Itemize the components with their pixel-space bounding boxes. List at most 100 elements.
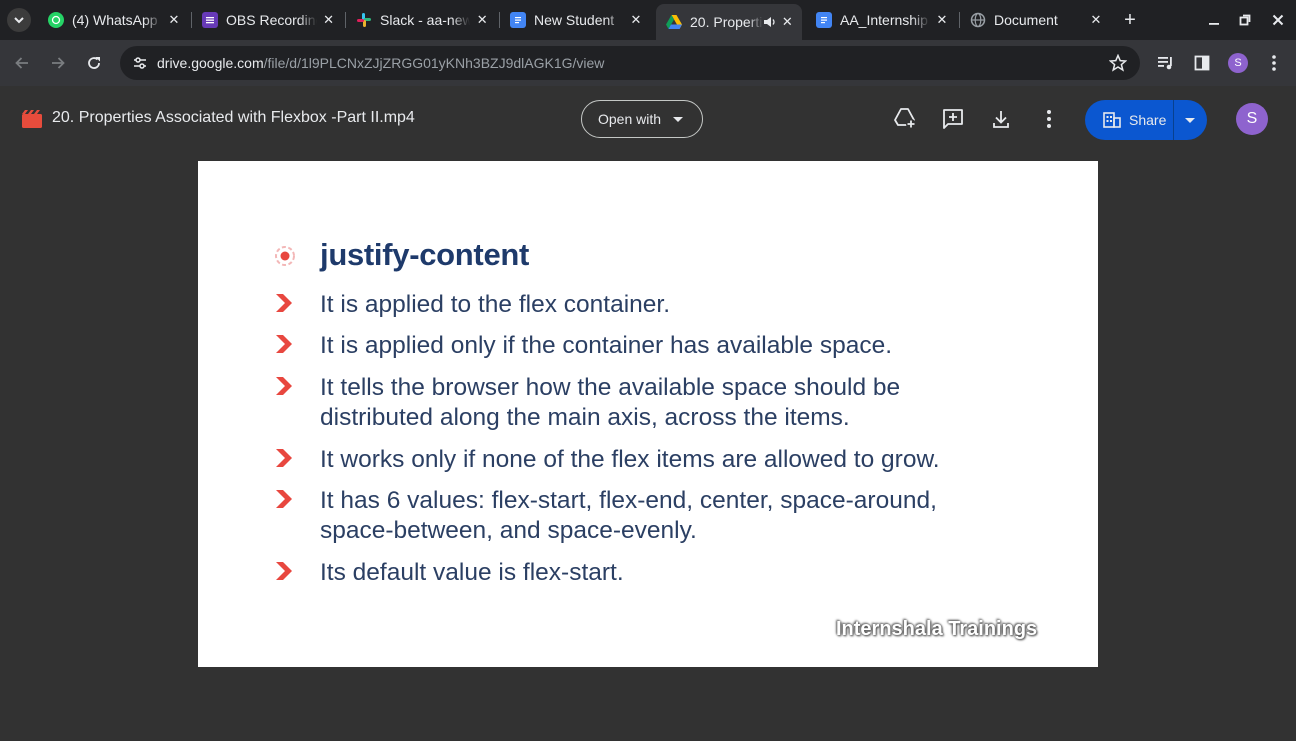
video-player[interactable]: justify-content It is applied to the fle…	[198, 161, 1098, 667]
share-building-icon	[1103, 111, 1121, 129]
target-bullet-icon	[275, 246, 295, 266]
close-icon[interactable]: ✕	[1088, 12, 1104, 28]
tab-new-student[interactable]: New Student ✕	[500, 6, 652, 34]
bookmark-star-button[interactable]	[1108, 53, 1128, 73]
url-path: /file/d/1l9PLCNxZJjZRGG01yKNh3BZJ9dlAGK1…	[263, 55, 605, 71]
slide-point-line: It has 6 values: flex-start, flex-end, c…	[320, 487, 937, 514]
tab-label: Slack - aa-new	[380, 12, 471, 28]
close-icon[interactable]: ✕	[474, 12, 490, 28]
reload-icon	[88, 57, 100, 69]
more-actions-button[interactable]	[1036, 106, 1062, 132]
slide-point: It is applied to the flex container.	[320, 290, 670, 320]
download-button[interactable]	[988, 106, 1014, 132]
tab-search-button[interactable]	[7, 8, 31, 32]
docs-icon	[816, 12, 832, 28]
profile-button[interactable]: S	[1228, 53, 1248, 73]
slide-point: It is applied only if the container has …	[320, 331, 892, 361]
chevron-right-icon	[276, 490, 292, 508]
tab-obs-recording[interactable]: OBS Recording ✕	[192, 6, 344, 34]
share-button[interactable]: Share	[1085, 100, 1207, 140]
slide-point: It tells the browser how the available s…	[320, 373, 900, 433]
site-info-button[interactable]	[128, 51, 152, 75]
share-label: Share	[1129, 112, 1167, 128]
chevron-right-icon	[276, 449, 292, 467]
media-control-button[interactable]	[1154, 51, 1178, 75]
restore-icon	[1239, 14, 1251, 26]
back-button[interactable]	[8, 49, 36, 77]
restore-button[interactable]	[1233, 8, 1257, 32]
forms-icon	[202, 12, 218, 28]
slide-point-line: It works only if none of the flex items …	[320, 446, 940, 473]
tab-document[interactable]: Document ✕	[960, 6, 1112, 34]
forward-button[interactable]	[44, 49, 72, 77]
file-title: 20. Properties Associated with Flexbox -…	[52, 109, 415, 126]
tab-drive-video[interactable]: 20. Properties ✕	[656, 4, 802, 40]
slide-point-line: distributed along the main axis, across …	[320, 404, 850, 431]
whatsapp-icon	[48, 12, 64, 28]
drive-icon	[666, 14, 682, 30]
close-icon[interactable]: ✕	[934, 12, 950, 28]
slide-point: Its default value is flex-start.	[320, 558, 624, 588]
docs-icon	[510, 12, 526, 28]
slide-point: It has 6 values: flex-start, flex-end, c…	[320, 486, 937, 546]
url-text: drive.google.com/file/d/1l9PLCNxZJjZRGG0…	[157, 55, 604, 71]
close-icon[interactable]: ✕	[321, 12, 336, 28]
tab-whatsapp[interactable]: (4) WhatsApp ✕	[38, 6, 190, 34]
queue-music-icon	[1158, 57, 1172, 70]
speaker-icon[interactable]	[763, 14, 777, 30]
slide-point-line: It tells the browser how the available s…	[320, 374, 901, 401]
tab-label: Document	[994, 12, 1058, 28]
minimize-icon	[1209, 23, 1219, 25]
open-with-label: Open with	[598, 111, 662, 127]
share-dropdown-icon[interactable]	[1185, 118, 1195, 123]
account-avatar[interactable]: S	[1236, 103, 1268, 135]
close-icon[interactable]: ✕	[166, 12, 182, 28]
minimize-button[interactable]	[1202, 8, 1226, 32]
chevron-right-icon	[276, 377, 292, 395]
side-panel-icon	[1194, 55, 1210, 71]
add-to-drive-icon	[894, 108, 916, 129]
address-bar[interactable]: drive.google.com/file/d/1l9PLCNxZJjZRGG0…	[120, 46, 1140, 80]
window-close-button[interactable]	[1266, 8, 1290, 32]
tab-label: (4) WhatsApp	[72, 12, 158, 28]
chevron-down-icon	[14, 17, 24, 24]
open-with-button[interactable]: Open with	[581, 100, 703, 138]
add-shortcut-button[interactable]	[892, 106, 918, 132]
slide-heading: justify-content	[320, 237, 530, 272]
slide-point-line: Its default value is flex-start.	[320, 559, 624, 586]
more-vert-icon	[1272, 55, 1276, 71]
tab-label: 20. Properties	[690, 14, 763, 30]
close-icon	[1272, 14, 1284, 26]
slide-point: It works only if none of the flex items …	[320, 445, 940, 475]
slide-point-line: space-between, and space-evenly.	[320, 517, 697, 544]
slide-point-line: It is applied only if the container has …	[320, 332, 893, 359]
tab-slack[interactable]: Slack - aa-new ✕	[346, 6, 498, 34]
chevron-right-icon	[276, 335, 292, 353]
tab-label: AA_Internship	[840, 12, 928, 28]
tune-icon	[134, 57, 146, 69]
globe-icon	[970, 12, 986, 28]
forward-arrow-icon	[52, 57, 65, 69]
browser-toolbar: drive.google.com/file/d/1l9PLCNxZJjZRGG0…	[0, 40, 1296, 86]
star-icon	[1109, 54, 1127, 72]
url-host: drive.google.com	[157, 55, 264, 71]
add-comment-button[interactable]	[940, 106, 966, 132]
new-tab-button[interactable]: +	[1119, 9, 1141, 31]
chevron-right-icon	[276, 294, 292, 312]
close-icon[interactable]: ✕	[628, 12, 644, 28]
tab-strip: (4) WhatsApp ✕ OBS Recording ✕ Slack - a…	[0, 0, 1296, 40]
slack-icon	[356, 12, 372, 28]
chevron-right-icon	[276, 562, 292, 580]
close-icon[interactable]: ✕	[781, 14, 794, 30]
slide-point-line: It is applied to the flex container.	[320, 291, 671, 318]
side-panel-button[interactable]	[1190, 51, 1214, 75]
tab-label: OBS Recording	[226, 12, 318, 28]
tab-label: New Student	[534, 12, 615, 28]
drive-viewer: 20. Properties Associated with Flexbox -…	[0, 86, 1296, 741]
tab-aa-internship[interactable]: AA_Internship ✕	[806, 6, 958, 34]
dropdown-caret-icon	[673, 116, 684, 122]
reload-button[interactable]	[80, 49, 108, 77]
download-icon	[993, 111, 1009, 128]
watermark-text: Internshala Trainings	[836, 618, 1038, 640]
browser-menu-button[interactable]	[1262, 51, 1286, 75]
